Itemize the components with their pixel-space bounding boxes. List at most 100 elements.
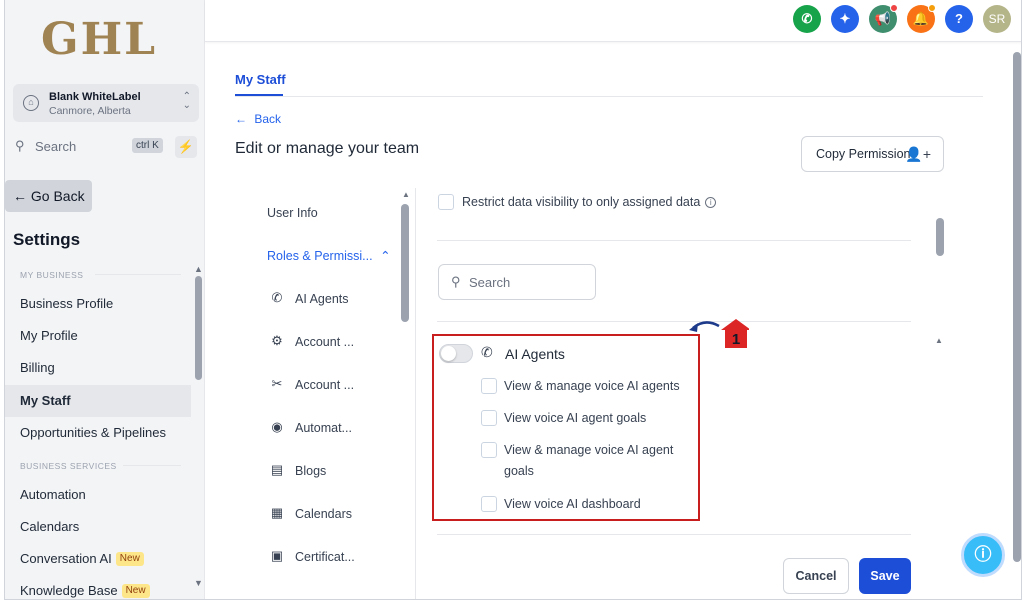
sidebar-scrollbar[interactable] xyxy=(195,276,202,380)
permission-checkbox[interactable] xyxy=(481,496,497,512)
nav-roles-permissions[interactable]: Roles & Permissi... ⌃ xyxy=(267,248,391,263)
tabs-divider xyxy=(235,96,983,97)
restrict-data-label: Restrict data visibility to only assigne… xyxy=(462,195,717,209)
location-switcher[interactable]: ⌂ Blank WhiteLabel Canmore, Alberta ⌃ ⌄ xyxy=(13,84,199,122)
nav-roles-label: Roles & Permissi... xyxy=(267,249,373,263)
scroll-up-arrow-icon[interactable]: ▲ xyxy=(935,336,943,345)
top-bar: ✆ ✦ 📢 🔔 ? SR xyxy=(205,0,1021,42)
sidebar-item-my-staff[interactable]: My Staff xyxy=(5,385,191,417)
scroll-down-arrow-icon[interactable]: ▼ xyxy=(194,578,203,588)
info-icon: i xyxy=(705,197,717,208)
permission-label: View & manage voice AI agent goals xyxy=(504,443,674,478)
nav-certificates[interactable]: Certificat... xyxy=(295,550,355,564)
nav-blogs[interactable]: Blogs xyxy=(295,464,326,478)
sparkle-icon[interactable]: ✦ xyxy=(831,5,859,33)
back-link[interactable]: ← Back xyxy=(235,112,281,126)
bell-icon[interactable]: 🔔 xyxy=(907,4,936,33)
marker-number: 1 xyxy=(732,331,740,348)
sidebar-item-business-profile[interactable]: Business Profile xyxy=(5,288,191,320)
permissions-search-input[interactable]: ⚲ Search xyxy=(438,264,596,300)
ai-agents-group-label: AI Agents xyxy=(505,346,565,362)
sidebar-item-conversation-ai[interactable]: Conversation AI New xyxy=(5,543,191,575)
nav-automation[interactable]: Automat... xyxy=(295,421,352,435)
location-address: Canmore, Alberta xyxy=(49,105,131,117)
ai-agents-toggle[interactable] xyxy=(439,344,473,363)
go-back-button[interactable]: ← Go Back xyxy=(5,180,92,212)
search-shortcut: ctrl K xyxy=(132,138,163,153)
new-badge: New xyxy=(115,552,144,566)
cancel-button[interactable]: Cancel xyxy=(783,558,849,594)
permissions-nav: User Info Roles & Permissi... ⌃ ✆ AI Age… xyxy=(235,188,415,599)
back-label: Back xyxy=(254,112,282,126)
avatar[interactable]: SR xyxy=(983,5,1011,33)
permissions-panel-scrollbar[interactable] xyxy=(936,218,944,256)
permission-label: View voice AI dashboard xyxy=(504,497,641,511)
arrow-left-icon: ← xyxy=(235,112,247,126)
step-marker: 1 xyxy=(689,319,749,348)
save-button[interactable]: Save xyxy=(859,558,911,594)
restrict-data-checkbox[interactable] xyxy=(438,194,454,210)
sidebar-item-billing[interactable]: Billing xyxy=(5,352,191,384)
nav-ai-agents[interactable]: AI Agents xyxy=(295,292,349,306)
permission-label: View & manage voice AI agents xyxy=(504,379,680,393)
permissions-panel: Restrict data visibility to only assigne… xyxy=(432,188,943,599)
section-business-services: BUSINESS SERVICES xyxy=(20,461,117,471)
announcement-icon[interactable]: 📢 xyxy=(869,4,898,33)
play-icon: ◉ xyxy=(271,419,283,434)
nav-user-info[interactable]: User Info xyxy=(267,206,318,220)
permission-checkbox[interactable] xyxy=(481,410,497,426)
nav-account-2[interactable]: Account ... xyxy=(295,378,354,392)
sidebar-item-label: Conversation AI xyxy=(20,551,112,566)
sidebar: GHL ⌂ Blank WhiteLabel Canmore, Alberta … xyxy=(5,0,205,599)
sidebar-search-label: Search xyxy=(35,139,77,154)
divider xyxy=(415,188,416,599)
notification-dot xyxy=(928,4,936,12)
sidebar-item-calendars[interactable]: Calendars xyxy=(5,511,191,543)
new-badge: New xyxy=(121,584,150,598)
divider xyxy=(95,274,181,275)
copy-permission-button[interactable]: Copy Permission 👤+ xyxy=(801,136,944,172)
toggle-knob xyxy=(441,346,456,361)
permission-checkbox[interactable] xyxy=(481,378,497,394)
search-icon: ⚲ xyxy=(15,138,25,153)
permission-checkbox[interactable] xyxy=(481,442,497,458)
document-icon: ▤ xyxy=(270,462,284,477)
section-my-business: MY BUSINESS xyxy=(20,270,84,280)
quick-action-icon[interactable]: ⚡ xyxy=(175,136,197,158)
nav-account-1[interactable]: Account ... xyxy=(295,335,354,349)
calendar-icon: ▦ xyxy=(270,505,284,520)
notification-dot xyxy=(890,4,898,12)
phone-ai-icon: ✆ xyxy=(271,290,283,305)
phone-ai-icon: ✆ xyxy=(481,344,493,360)
location-icon: ⌂ xyxy=(23,95,39,111)
permissions-nav-scrollbar[interactable] xyxy=(401,204,409,322)
help-icon[interactable]: ? xyxy=(945,5,973,33)
sidebar-item-automation[interactable]: Automation xyxy=(5,479,191,511)
chevron-updown-icon: ⌃ ⌄ xyxy=(182,91,191,111)
page-title: Edit or manage your team xyxy=(235,140,420,157)
account-icon: ⚙ xyxy=(271,333,283,348)
sidebar-item-knowledge-base[interactable]: Knowledge Base New xyxy=(5,575,191,599)
scroll-up-arrow-icon[interactable]: ▲ xyxy=(402,190,410,199)
tab-my-staff[interactable]: My Staff xyxy=(235,72,286,87)
phone-icon[interactable]: ✆ xyxy=(793,5,821,33)
copy-permission-label: Copy Permission xyxy=(816,147,911,161)
nav-calendars[interactable]: Calendars xyxy=(295,507,352,521)
scroll-up-arrow-icon[interactable]: ▲ xyxy=(194,264,203,274)
sidebar-item-my-profile[interactable]: My Profile xyxy=(5,320,191,352)
chevron-up-icon: ⌃ xyxy=(380,249,391,263)
page-scrollbar[interactable] xyxy=(1013,52,1021,562)
settings-title: Settings xyxy=(13,230,81,249)
main-content: My Staff ← Back Edit or manage your team… xyxy=(205,42,1021,599)
support-chat-icon[interactable]: ⓘ xyxy=(961,533,1005,577)
search-icon: ⚲ xyxy=(451,274,461,289)
app-window: GHL ⌂ Blank WhiteLabel Canmore, Alberta … xyxy=(4,0,1022,600)
location-name: Blank WhiteLabel xyxy=(49,91,141,103)
divider xyxy=(437,534,911,535)
sidebar-item-label: Knowledge Base xyxy=(20,583,118,598)
permission-label: View voice AI agent goals xyxy=(504,411,647,425)
divider xyxy=(437,240,911,241)
active-tab-indicator xyxy=(235,94,283,96)
sidebar-search[interactable]: ⚲ Search ctrl K xyxy=(13,136,173,158)
sidebar-item-opportunities[interactable]: Opportunities & Pipelines xyxy=(5,417,191,449)
